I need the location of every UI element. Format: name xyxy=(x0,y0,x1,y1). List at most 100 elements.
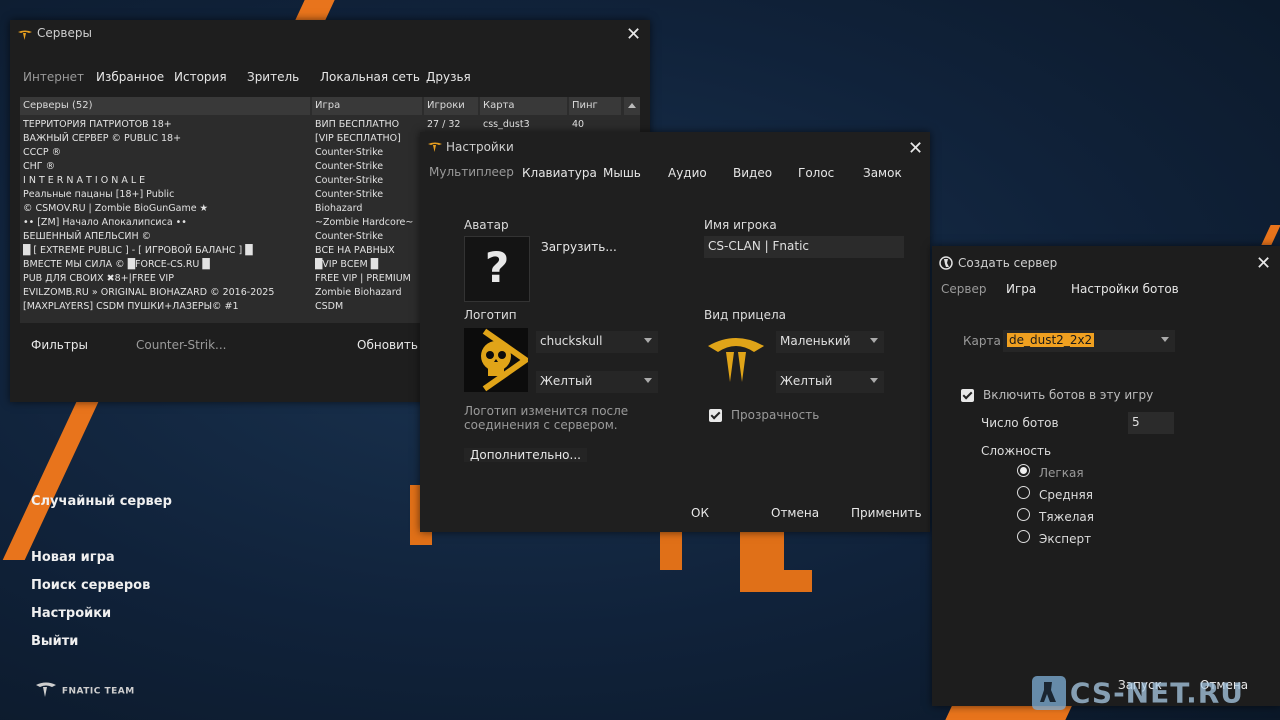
cell-game: Counter-Strike xyxy=(315,231,384,242)
tab-game[interactable]: Игра xyxy=(1006,282,1036,296)
cell-ping: 40 xyxy=(572,119,585,130)
orange-stripe xyxy=(1261,225,1280,245)
tab-friends[interactable]: Друзья xyxy=(426,70,471,84)
filters-button[interactable]: Фильтры xyxy=(31,338,88,352)
cell-game: [VIP БЕСПЛАТНО] xyxy=(315,133,401,144)
tab-keyboard[interactable]: Клавиатура xyxy=(522,166,597,180)
transparency-checkbox[interactable] xyxy=(709,409,722,422)
cell-map: css_dust3 xyxy=(483,119,530,130)
upload-avatar-button[interactable]: Загрузить... xyxy=(541,240,617,254)
logo-note: Логотип изменится после соединения с сер… xyxy=(464,404,629,432)
column-header-servers[interactable]: Серверы (52) xyxy=(20,97,310,115)
close-icon[interactable]: ✕ xyxy=(626,24,641,45)
player-name-input[interactable]: CS-CLAN | Fnatic xyxy=(704,236,904,258)
cell-name: СНГ ® xyxy=(23,161,56,172)
tab-voice[interactable]: Голос xyxy=(798,166,834,180)
crosshair-color-select[interactable]: Желтый xyxy=(776,371,884,393)
cell-name: ТЕРРИТОРИЯ ПАТРИОТОВ 18+ xyxy=(23,119,172,130)
bot-count-input[interactable]: 5 xyxy=(1128,412,1174,434)
difficulty-hard-radio[interactable] xyxy=(1017,508,1030,521)
tab-lock[interactable]: Замок xyxy=(863,166,902,180)
cell-game: Counter-Strike xyxy=(315,161,384,172)
avatar-box[interactable]: ? xyxy=(464,236,530,302)
column-header-map[interactable]: Карта xyxy=(480,97,567,115)
ok-button[interactable]: ОК xyxy=(691,506,709,520)
tab-lan[interactable]: Локальная сеть xyxy=(320,70,420,84)
cell-name: Реальные пацаны [18+] Public xyxy=(23,189,175,200)
cancel-button[interactable]: Отмена xyxy=(771,506,819,520)
settings-title: Настройки xyxy=(446,140,514,154)
chevron-down-icon xyxy=(1161,337,1169,342)
difficulty-expert-label: Эксперт xyxy=(1039,532,1092,546)
cell-game: Biohazard xyxy=(315,203,363,214)
crosshair-size-value: Маленький xyxy=(780,334,851,348)
chevron-down-icon xyxy=(870,378,878,383)
logo-select-value: chuckskull xyxy=(540,334,603,348)
apply-button[interactable]: Применить xyxy=(851,506,922,520)
cell-name: █ [ EXTREME PUBLIC ] - [ ИГРОВОЙ БАЛАНС … xyxy=(23,245,253,256)
crosshair-preview xyxy=(704,330,768,390)
team-logo: FNATIC TEAM xyxy=(34,682,135,698)
bot-count-label: Число ботов xyxy=(981,416,1059,430)
enable-bots-checkbox[interactable] xyxy=(961,389,974,402)
scroll-up-icon[interactable] xyxy=(624,97,640,115)
cs-logo-icon xyxy=(939,256,953,270)
fnatic-logo-icon xyxy=(18,30,32,40)
menu-new-game[interactable]: Новая игра xyxy=(31,550,115,565)
settings-window: Настройки ✕ Мультиплеер Клавиатура Мышь … xyxy=(420,132,930,532)
column-header-ping[interactable]: Пинг xyxy=(569,97,621,115)
servers-title: Серверы xyxy=(37,26,92,40)
column-header-game[interactable]: Игра xyxy=(312,97,422,115)
logo-select[interactable]: chuckskull xyxy=(536,331,658,353)
create-server-title: Создать сервер xyxy=(958,256,1058,270)
refresh-button[interactable]: Обновить xyxy=(357,338,418,352)
tab-favorites[interactable]: Избранное xyxy=(96,70,164,84)
logo-color-select[interactable]: Желтый xyxy=(536,371,658,393)
cell-game: Counter-Strike xyxy=(315,147,384,158)
cell-name: ВАЖНЫЙ СЕРВЕР © PUBLIC 18+ xyxy=(23,133,182,144)
tab-history[interactable]: История xyxy=(174,70,227,84)
cell-game: FREE VIP | PREMIUM xyxy=(315,273,411,284)
cell-players: 27 / 32 xyxy=(427,119,461,130)
tab-bot-settings[interactable]: Настройки ботов xyxy=(1071,282,1179,296)
tab-video[interactable]: Видео xyxy=(733,166,772,180)
menu-find-servers[interactable]: Поиск серверов xyxy=(31,578,150,593)
crosshair-size-select[interactable]: Маленький xyxy=(776,331,884,353)
logo-preview xyxy=(464,328,529,392)
tab-audio[interactable]: Аудио xyxy=(668,166,707,180)
cell-game: ВИП БЕСПЛАТНО xyxy=(315,119,400,130)
difficulty-easy-radio[interactable] xyxy=(1017,464,1030,477)
cell-game: ~Zombie Hardcore~ xyxy=(315,217,414,228)
servers-titlebar[interactable]: Серверы ✕ xyxy=(10,20,650,50)
fnatic-logo-icon xyxy=(36,682,56,697)
difficulty-medium-radio[interactable] xyxy=(1017,486,1030,499)
table-row[interactable]: ТЕРРИТОРИЯ ПАТРИОТОВ 18+ ВИП БЕСПЛАТНО 27 … xyxy=(20,118,620,132)
logo-label: Логотип xyxy=(464,308,517,322)
close-icon[interactable]: ✕ xyxy=(1256,253,1271,274)
random-server-link[interactable]: Случайный сервер xyxy=(31,494,172,509)
cell-name: © CSMOV.RU | Zombie BioGunGame ★ xyxy=(23,203,209,214)
tab-internet[interactable]: Интернет xyxy=(23,70,84,84)
map-select-value: de_dust2_2x2 xyxy=(1007,333,1095,347)
map-select[interactable]: de_dust2_2x2 xyxy=(1003,330,1175,352)
difficulty-expert-radio[interactable] xyxy=(1017,530,1030,543)
settings-titlebar[interactable]: Настройки ✕ xyxy=(420,132,930,162)
menu-settings[interactable]: Настройки xyxy=(31,606,111,621)
close-icon[interactable]: ✕ xyxy=(908,138,923,159)
advanced-button[interactable]: Дополнительно... xyxy=(464,448,587,462)
cs-soldier-icon xyxy=(1032,676,1066,710)
tab-multiplayer[interactable]: Мультиплеер xyxy=(429,165,514,179)
difficulty-medium-label: Средняя xyxy=(1039,488,1093,502)
create-server-titlebar[interactable]: Создать сервер ✕ xyxy=(932,246,1280,276)
filter-value: Counter-Strik... xyxy=(136,338,227,352)
tab-server[interactable]: Сервер xyxy=(941,282,986,296)
tab-mouse[interactable]: Мышь xyxy=(603,166,641,180)
cell-name: ВМЕСТЕ МЫ СИЛА © █FORCE-CS.RU █ xyxy=(23,259,210,270)
menu-quit[interactable]: Выйти xyxy=(31,634,78,649)
column-header-players[interactable]: Игроки xyxy=(424,97,478,115)
cell-game: █VIP ВСЕМ █ xyxy=(315,259,379,270)
cell-game: CSDM xyxy=(315,301,344,312)
orange-stripe xyxy=(2,400,100,560)
tab-spectate[interactable]: Зритель xyxy=(247,70,299,84)
enable-bots-label: Включить ботов в эту игру xyxy=(983,388,1154,402)
